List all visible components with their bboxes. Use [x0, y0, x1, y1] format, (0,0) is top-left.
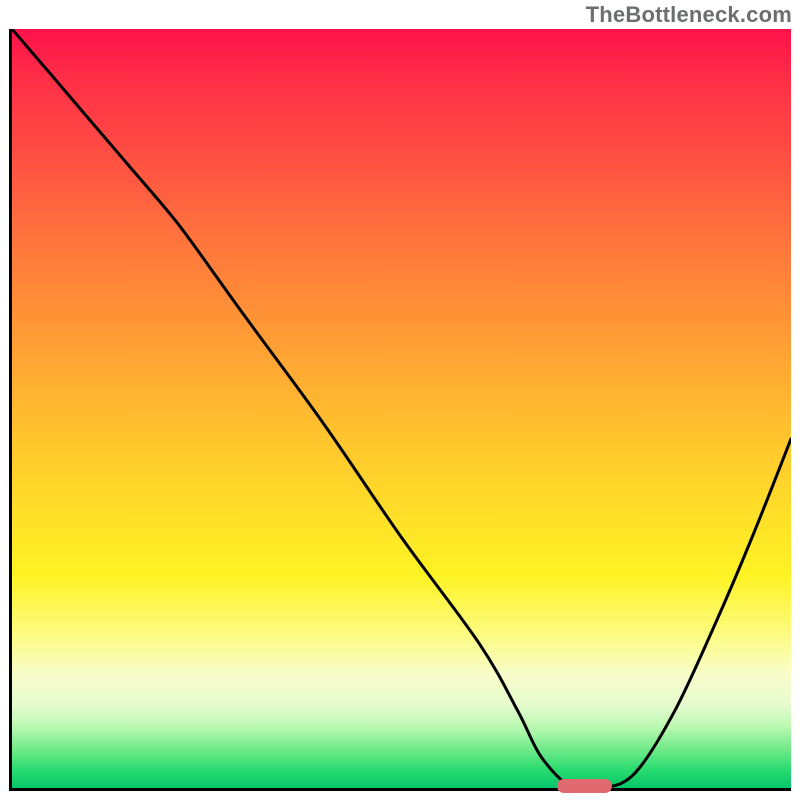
bottleneck-marker [557, 779, 612, 793]
bottleneck-curve [12, 29, 791, 788]
plot-area [9, 29, 791, 791]
watermark-label: TheBottleneck.com [586, 2, 792, 28]
curve-path [12, 29, 791, 788]
chart-stage: TheBottleneck.com [0, 0, 800, 800]
